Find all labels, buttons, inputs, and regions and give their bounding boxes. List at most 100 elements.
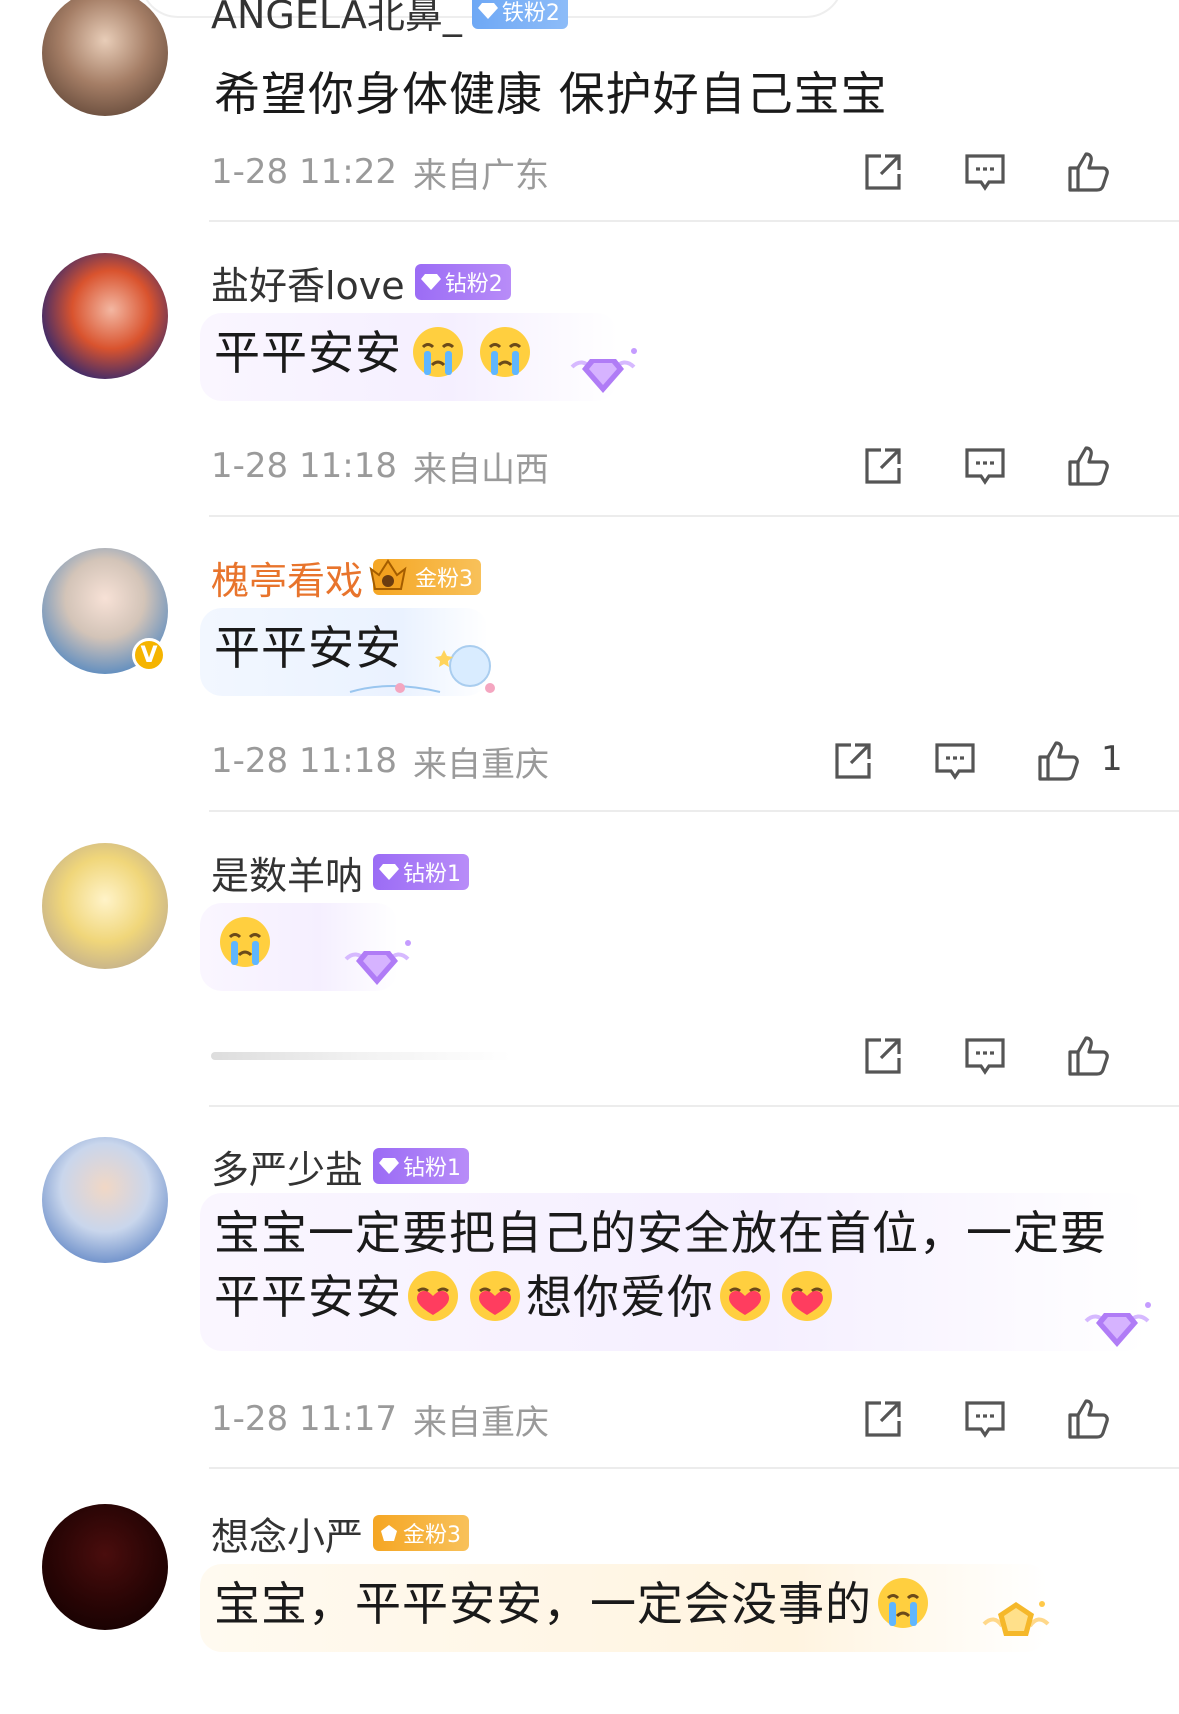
fan-badge-label: 钻粉1 bbox=[403, 1156, 462, 1181]
username[interactable]: 是数羊呐 bbox=[211, 845, 363, 900]
username[interactable]: 多严少盐 bbox=[211, 1139, 363, 1194]
comment-bubble: 宝宝，平平安安，一定会没事的 bbox=[200, 1564, 1048, 1652]
repost-button[interactable] bbox=[859, 1395, 907, 1443]
avatar[interactable] bbox=[42, 843, 168, 969]
comment-time: 1-28 11:22 bbox=[211, 152, 397, 192]
meta-placeholder bbox=[211, 1052, 511, 1060]
diamond-icon bbox=[379, 1158, 400, 1174]
fan-badge[interactable]: 钻粉2 bbox=[414, 264, 511, 300]
fan-badge[interactable]: 金粉3 bbox=[373, 1515, 470, 1551]
comment-bubble-icon bbox=[965, 1038, 1005, 1075]
fan-badge-label: 金粉3 bbox=[415, 567, 474, 592]
like-button[interactable] bbox=[1034, 737, 1082, 785]
avatar[interactable] bbox=[42, 0, 168, 116]
reply-button[interactable] bbox=[961, 1395, 1009, 1443]
reply-button[interactable] bbox=[961, 1032, 1009, 1080]
comment-bubble: 平平安安 bbox=[200, 313, 618, 401]
crying-emoji bbox=[878, 1578, 928, 1628]
comment-header: 多严少盐 钻粉1 bbox=[211, 1139, 470, 1194]
avatar[interactable] bbox=[42, 253, 168, 379]
fan-badge-label: 金粉3 bbox=[403, 1523, 462, 1548]
username[interactable]: 盐好香love bbox=[211, 255, 405, 310]
comment-actions: 1 bbox=[829, 731, 1179, 791]
divider bbox=[209, 1105, 1179, 1107]
comment-actions bbox=[859, 1389, 1179, 1449]
fan-badge-label: 铁粉2 bbox=[501, 1, 560, 26]
crown-medal-icon bbox=[369, 559, 407, 590]
comment-bubble: 宝宝一定要把自己的安全放在首位，一定要 平平安安 想你爱你 bbox=[200, 1193, 1148, 1351]
comment-text-line-1: 宝宝一定要把自己的安全放在首位，一定要 bbox=[214, 1206, 1107, 1260]
comment-meta: 1-28 11:22 来自广东 bbox=[211, 150, 549, 196]
crying-emoji bbox=[220, 917, 270, 967]
comment-bubble-icon bbox=[965, 154, 1005, 191]
share-external-icon bbox=[865, 448, 901, 484]
username[interactable]: 想念小严 bbox=[211, 1506, 363, 1561]
comment-header: 是数羊呐 钻粉1 bbox=[211, 845, 470, 900]
verified-icon: V bbox=[132, 638, 166, 672]
comment-actions bbox=[859, 1026, 1179, 1086]
fan-badge[interactable]: 铁粉2 bbox=[471, 0, 568, 29]
avatar[interactable] bbox=[42, 1137, 168, 1263]
fan-badge[interactable]: 钻粉1 bbox=[373, 854, 470, 890]
repost-button[interactable] bbox=[829, 737, 877, 785]
comment-header: 想念小严 金粉3 bbox=[211, 1506, 470, 1561]
fan-badge[interactable]: 金粉3 bbox=[369, 559, 482, 595]
share-external-icon bbox=[865, 1401, 901, 1437]
comment-location: 来自广东 bbox=[412, 155, 549, 196]
comment-location: 来自重庆 bbox=[412, 1402, 549, 1443]
comment-meta: 1-28 11:18 来自重庆 bbox=[211, 739, 549, 785]
fan-badge-label: 钻粉2 bbox=[444, 272, 503, 297]
repost-button[interactable] bbox=[859, 442, 907, 490]
comment-location: 来自重庆 bbox=[412, 744, 549, 785]
fan-badge[interactable]: 钻粉1 bbox=[373, 1148, 470, 1184]
avatar[interactable] bbox=[42, 1504, 168, 1630]
thumbs-up-icon bbox=[1038, 741, 1079, 781]
comment-text-segment: 平平安安 bbox=[214, 1270, 402, 1324]
comment-time: 1-28 11:17 bbox=[211, 1399, 397, 1439]
comment-actions bbox=[859, 436, 1179, 496]
avatar[interactable]: V bbox=[42, 548, 168, 674]
username[interactable]: ANGELA北鼻_ bbox=[211, 0, 462, 39]
thumbs-up-icon bbox=[1068, 1036, 1109, 1076]
like-button[interactable] bbox=[1064, 1032, 1112, 1080]
diamond-wing-decoration bbox=[1084, 1302, 1151, 1347]
divider bbox=[209, 1467, 1179, 1469]
share-external-icon bbox=[865, 1038, 901, 1074]
like-button[interactable] bbox=[1064, 148, 1112, 196]
like-count: 1 bbox=[1101, 739, 1123, 779]
comment-text-segment: 想你爱你 bbox=[526, 1270, 714, 1324]
comment-time: 1-28 11:18 bbox=[211, 446, 397, 486]
thumbs-up-icon bbox=[1068, 446, 1109, 486]
reply-button[interactable] bbox=[961, 148, 1009, 196]
floral-moon-decoration bbox=[349, 645, 495, 693]
reply-button[interactable] bbox=[961, 442, 1009, 490]
diamond-icon bbox=[477, 3, 498, 19]
share-external-icon bbox=[865, 154, 901, 190]
reply-button[interactable] bbox=[931, 737, 979, 785]
like-button[interactable] bbox=[1064, 442, 1112, 490]
divider bbox=[209, 515, 1179, 517]
comment-header: 槐亭看戏 金粉3 bbox=[211, 550, 482, 605]
username[interactable]: 槐亭看戏 bbox=[211, 550, 363, 605]
divider bbox=[209, 810, 1179, 812]
comment-meta: 1-28 11:17 来自重庆 bbox=[211, 1397, 549, 1443]
diamond-wing-decoration bbox=[570, 348, 637, 393]
thumbs-up-icon bbox=[1068, 152, 1109, 192]
crying-emoji bbox=[413, 327, 464, 377]
comment-header: 盐好香love 钻粉2 bbox=[211, 255, 511, 310]
comment-feed: ANGELA北鼻_ 铁粉2 希望你身体健康 保护好自己宝宝 1-28 11:22… bbox=[0, 0, 1179, 1714]
crying-emoji bbox=[480, 327, 531, 377]
fan-badge-label: 钻粉1 bbox=[403, 862, 462, 887]
diamond-icon bbox=[379, 864, 400, 880]
comment-text: 宝宝，平平安安，一定会没事的 bbox=[214, 1577, 872, 1631]
comment-location: 来自山西 bbox=[412, 449, 549, 490]
diamond-wing-decoration bbox=[344, 940, 411, 985]
comment-bubble-icon bbox=[935, 743, 975, 780]
comment-text: 希望你身体健康 保护好自己宝宝 bbox=[214, 67, 888, 121]
repost-button[interactable] bbox=[859, 1032, 907, 1080]
repost-button[interactable] bbox=[859, 148, 907, 196]
comment-meta bbox=[211, 1034, 511, 1078]
like-button[interactable] bbox=[1064, 1395, 1112, 1443]
heart-hug-emoji bbox=[782, 1271, 832, 1321]
comment-bubble-icon bbox=[965, 1401, 1005, 1438]
